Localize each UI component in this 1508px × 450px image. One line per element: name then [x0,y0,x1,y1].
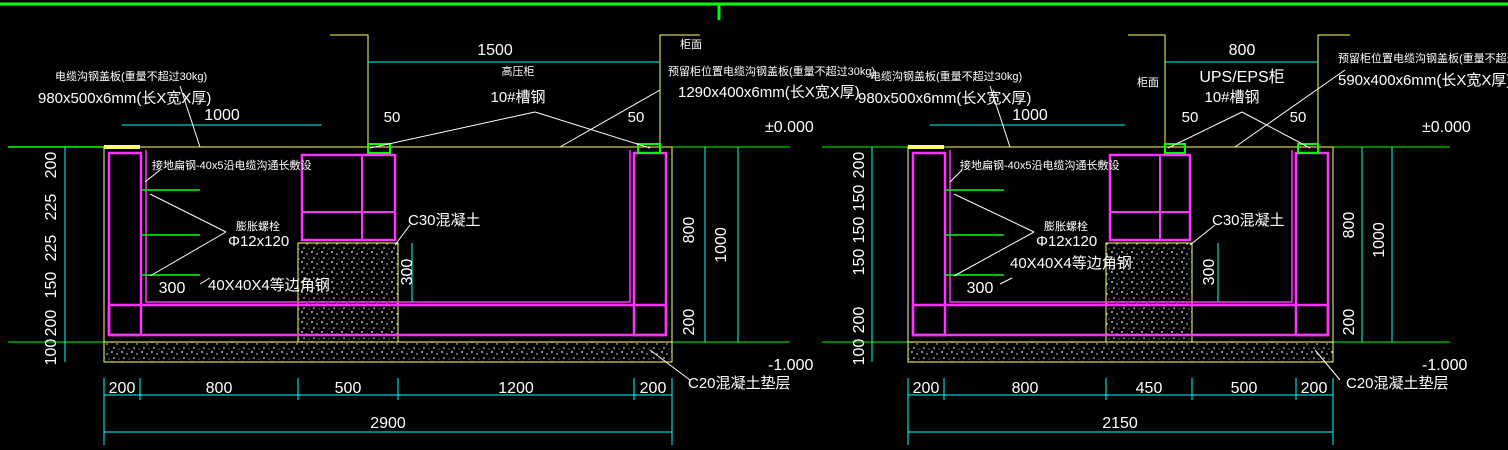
rebar-wall-left [911,151,947,337]
dim-top-width: 1500 [477,42,513,59]
label-bolt-1: 膨胀螺栓 [236,219,280,233]
label-angle: 40X40X4等边角钢 [208,276,330,294]
label-c20: C20混凝土垫层 [1346,375,1449,392]
label-c20: C20混凝土垫层 [688,375,791,392]
left-section: 1500 柜面 电缆沟钢盖板(重量不超过30kg) 980x500x6mm(长X… [8,34,875,445]
cover-left-line2: 980x500x6mm(长X宽X厚) [858,90,1031,107]
label-cabinet: UPS/EPS柜 [1199,68,1284,86]
dim-1000v: 1000 [1371,222,1388,258]
dim-300b: 300 [399,259,416,286]
left-dim-3: 150 [43,272,60,299]
rebar-wall-right [1294,151,1330,337]
bottom-dim-4: 200 [1301,380,1328,397]
dim-1000: 1000 [204,107,240,124]
elev-bottom: -1.000 [1422,357,1467,374]
cover-left-line2: 980x500x6mm(长X宽X厚) [38,90,211,107]
dim-50a: 50 [1182,109,1199,126]
left-dim-4: 200 [43,310,60,337]
left-dim-1: 150 [851,185,868,212]
label-bolt-2: Φ12x120 [228,233,289,250]
left-dim-4: 200 [851,307,868,334]
left-dim-2: 225 [43,235,60,262]
bottom-dim-0: 200 [109,380,136,397]
left-dim-2: 150 [851,217,868,244]
angle-steel-supports [946,189,1004,276]
cabinet-outline [1317,34,1350,147]
cabinet-outline [330,34,369,147]
dim-800v: 800 [1341,212,1358,239]
rebar-wall-right [632,151,668,337]
dim-1000v: 1000 [713,227,730,263]
right-section: 800 柜面 电缆沟钢盖板(重量不超过30kg) 980x500x6mm(长X宽… [822,34,1508,445]
elev-top: ±0.000 [765,119,814,136]
dim-300a: 300 [159,280,186,297]
dim-300a: 300 [967,280,994,297]
left-dim-0: 200 [43,152,60,179]
bottom-dim-4: 200 [640,380,667,397]
dim-50a: 50 [384,109,401,126]
label-c30: C30混凝土 [408,212,481,229]
rebar-wall-left [107,151,143,337]
left-dim-5: 100 [851,339,868,366]
cover-right-line1: 预留柜位置电缆沟钢盖板(重量不超过30kg) [1338,51,1508,65]
cover-right-line1: 预留柜位置电缆沟钢盖板(重量不超过30kg) [668,64,875,78]
dim-800v: 800 [681,217,698,244]
bottom-dim-1: 800 [206,380,233,397]
dim-300b: 300 [1201,259,1218,286]
elev-top: ±0.000 [1422,119,1471,136]
bottom-dim-2: 500 [335,380,362,397]
label-cabinet: 高压柜 [502,64,535,78]
channel-steel [1297,143,1319,154]
note-cabinet-face: 柜面 [1137,76,1159,89]
note-cabinet-face: 柜面 [680,38,702,51]
c20-cushion [907,341,1334,363]
label-ground-strip: 接地扁钢-40x5沿电缆沟通长敷设 [152,158,312,172]
label-angle: 40X40X4等边角钢 [1010,254,1132,272]
bottom-dim-3: 500 [1231,380,1258,397]
dim-50b: 50 [628,109,645,126]
cad-drawing: 1500 柜面 电缆沟钢盖板(重量不超过30kg) 980x500x6mm(长X… [0,2,1508,445]
cover-right-line2: 1290x400x6mm(长X宽X厚) [678,84,860,101]
label-channel: 10#槽钢 [490,89,545,106]
cover-left-line1: 电缆沟钢盖板(重量不超过30kg) [870,69,1022,83]
dim-50b: 50 [1290,109,1307,126]
cabinet-outline [1128,34,1166,147]
dim-1000: 1000 [1012,107,1048,124]
dim-200v: 200 [681,309,698,336]
channel-steel [367,143,391,154]
bottom-dim-0: 200 [913,380,940,397]
label-bolt-2: Φ12x120 [1036,233,1097,250]
left-dim-5: 100 [43,339,60,366]
dim-200v: 200 [1341,309,1358,336]
elev-bottom: -1.000 [768,357,813,374]
dim-total: 2150 [1102,415,1138,432]
cover-left-line1: 电缆沟钢盖板(重量不超过30kg) [55,69,207,83]
rebar-block [300,153,397,242]
rebar-block [1108,153,1192,242]
channel-steel [1164,143,1186,154]
bottom-dim-3: 1200 [498,380,534,397]
left-dim-3: 150 [851,249,868,276]
left-dim-0: 200 [851,152,868,179]
cover-right-line2: 590x400x6mm(长X宽X厚) [1338,72,1508,89]
bottom-dim-2: 450 [1136,380,1163,397]
left-dim-1: 225 [43,194,60,221]
angle-steel-supports [142,189,200,276]
label-bolt-1: 膨胀螺栓 [1044,219,1088,233]
dim-top-width: 800 [1229,42,1256,59]
label-channel: 10#槽钢 [1204,89,1259,106]
bottom-dim-1: 800 [1012,380,1039,397]
c20-cushion [103,341,673,363]
label-ground-strip: 接地扁钢-40x5沿电缆沟通长敷设 [960,158,1120,172]
dim-total: 2900 [370,415,406,432]
label-c30: C30混凝土 [1212,212,1285,229]
